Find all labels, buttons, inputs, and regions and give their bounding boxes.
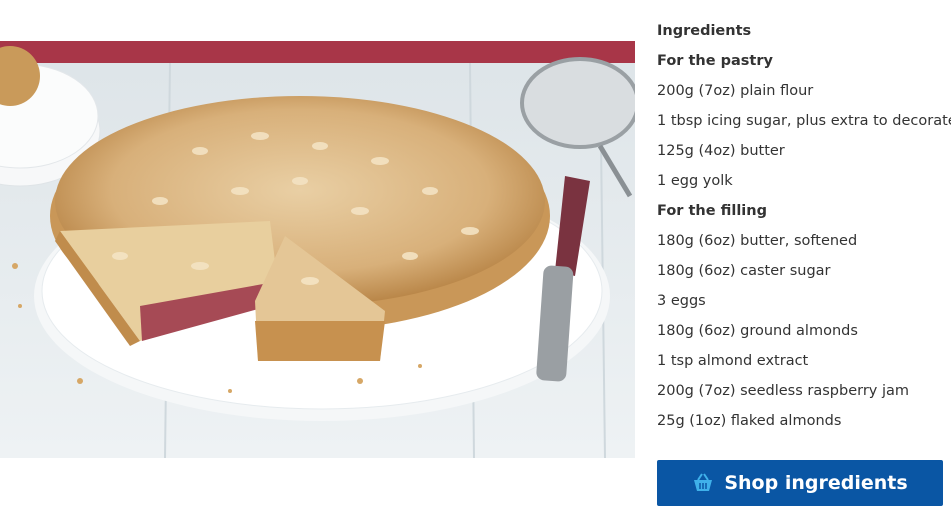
ingredient-item: 180g (6oz) butter, softened (657, 233, 858, 249)
ingredient-item: 3 eggs (657, 293, 706, 309)
ingredient-item: 1 tsp almond extract (657, 353, 809, 369)
bakewell-tart-image (0, 41, 635, 458)
shop-button-label: Shop ingredients (724, 472, 908, 494)
ingredient-item: 1 tbsp icing sugar, plus extra to decora… (657, 113, 951, 129)
ingredient-item: 180g (6oz) caster sugar (657, 263, 831, 279)
group-title: For the filling (657, 203, 767, 219)
ingredients-heading: Ingredients (657, 23, 752, 39)
ingredient-group-pastry: For the pastry 200g (7oz) plain flour 1 … (657, 51, 951, 191)
ingredient-item: 25g (1oz) flaked almonds (657, 413, 842, 429)
ingredient-group-filling: For the filling 180g (6oz) butter, softe… (657, 201, 947, 431)
group-title: For the pastry (657, 53, 773, 69)
ingredient-item: 180g (6oz) ground almonds (657, 323, 858, 339)
ingredient-item: 125g (4oz) butter (657, 143, 785, 159)
ingredient-item: 200g (7oz) seedless raspberry jam (657, 383, 910, 399)
ingredient-item: 1 egg yolk (657, 173, 733, 189)
ingredients-panel: Ingredients For the pastry 200g (7oz) pl… (657, 21, 951, 441)
basket-icon (692, 473, 714, 493)
shop-ingredients-button[interactable]: Shop ingredients (657, 460, 943, 506)
recipe-photo (0, 41, 635, 458)
ingredient-item: 200g (7oz) plain flour (657, 83, 814, 99)
